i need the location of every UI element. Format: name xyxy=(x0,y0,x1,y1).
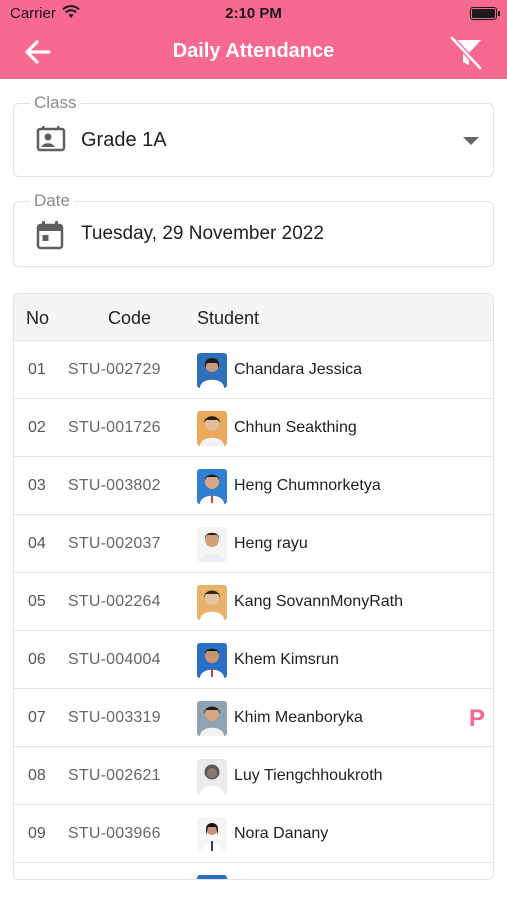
date-value: Tuesday, 29 November 2022 xyxy=(81,223,324,244)
student-code: STU-001726 xyxy=(68,419,161,436)
page-title: Daily Attendance xyxy=(172,40,335,62)
row-number: 06 xyxy=(28,651,46,668)
student-code: STU-003319 xyxy=(68,709,161,726)
class-value: Grade 1A xyxy=(81,129,167,151)
attendance-status[interactable]: P xyxy=(469,705,485,733)
student-avatar xyxy=(197,875,227,879)
student-code: STU-003966 xyxy=(68,825,161,842)
app-header: Carrier 2:10 PM Daily Attendance xyxy=(0,0,507,79)
caret-down-icon xyxy=(461,134,481,152)
student-avatar xyxy=(197,817,227,852)
table-row[interactable]: 09 STU-003966 Nora Danany xyxy=(14,805,493,863)
table-row[interactable]: 03 STU-003802 Heng Chumnorketya xyxy=(14,457,493,515)
calendar-icon xyxy=(36,220,64,255)
student-name: Kang SovannMonyRath xyxy=(234,593,403,610)
date-picker[interactable]: Date Tuesday, 29 November 2022 xyxy=(13,191,494,267)
table-row-partial xyxy=(14,863,493,879)
table-row[interactable]: 04 STU-002037 Heng rayu xyxy=(14,515,493,573)
student-name: Nora Danany xyxy=(234,825,329,842)
date-label: Date xyxy=(30,191,74,211)
status-time: 2:10 PM xyxy=(225,5,282,22)
student-avatar xyxy=(197,585,227,620)
student-name: Heng rayu xyxy=(234,535,308,552)
attendance-table: No Code Student 01 STU-002729 Chandara J… xyxy=(13,293,494,880)
table-row[interactable]: 02 STU-001726 Chhun Seakthing xyxy=(14,399,493,457)
student-name: Luy Tiengchhoukroth xyxy=(234,767,383,784)
row-number: 08 xyxy=(28,767,46,784)
student-code: STU-002037 xyxy=(68,535,161,552)
row-number: 02 xyxy=(28,419,46,436)
row-number: 04 xyxy=(28,535,46,552)
class-label: Class xyxy=(30,93,81,113)
student-code: STU-002264 xyxy=(68,593,161,610)
column-code-header: Code xyxy=(108,308,152,328)
student-avatar xyxy=(197,701,227,736)
class-select[interactable]: Class Grade 1A xyxy=(13,93,494,177)
table-row[interactable]: 01 STU-002729 Chandara Jessica xyxy=(14,341,493,399)
student-avatar xyxy=(197,469,227,504)
student-avatar xyxy=(197,353,227,388)
table-row[interactable]: 05 STU-002264 Kang SovannMonyRath xyxy=(14,573,493,631)
student-code: STU-003802 xyxy=(68,477,161,494)
status-bar: Carrier 2:10 PM xyxy=(0,0,507,28)
row-number: 07 xyxy=(28,709,46,726)
filter-off-icon xyxy=(450,36,482,70)
column-no-header: No xyxy=(26,308,50,328)
student-code: STU-002621 xyxy=(68,767,161,784)
student-avatar xyxy=(197,759,227,794)
student-name: Heng Chumnorketya xyxy=(234,477,381,494)
student-code: STU-004004 xyxy=(68,651,161,668)
student-name: Chhun Seakthing xyxy=(234,419,357,436)
student-name: Khim Meanboryka xyxy=(234,709,363,726)
row-number: 09 xyxy=(28,825,46,842)
filter-button[interactable] xyxy=(447,34,485,72)
row-number: 03 xyxy=(28,477,46,494)
table-row[interactable]: 06 STU-004004 Khem Kimsrun xyxy=(14,631,493,689)
student-name: Khem Kimsrun xyxy=(234,651,339,668)
student-code: STU-002729 xyxy=(68,361,161,378)
battery-icon xyxy=(470,7,500,20)
column-student-header: Student xyxy=(197,308,260,328)
student-avatar xyxy=(197,527,227,562)
table-header: No Code Student xyxy=(14,294,493,341)
row-number: 01 xyxy=(28,361,46,378)
row-number: 05 xyxy=(28,593,46,610)
student-name: Chandara Jessica xyxy=(234,361,363,378)
table-row[interactable]: 07 STU-003319 Khim Meanboryka P xyxy=(14,689,493,747)
table-row[interactable]: 08 STU-002621 Luy Tiengchhoukroth xyxy=(14,747,493,805)
student-avatar xyxy=(197,643,227,678)
contact-card-icon xyxy=(36,126,66,159)
student-avatar xyxy=(197,411,227,446)
